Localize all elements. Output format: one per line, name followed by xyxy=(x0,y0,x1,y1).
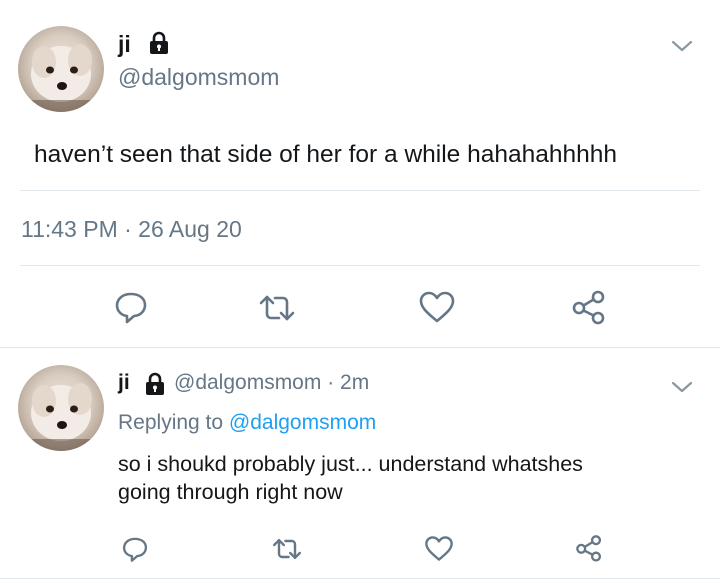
bottom-divider xyxy=(0,578,720,579)
retweet-icon[interactable] xyxy=(271,536,303,562)
handle[interactable]: @dalgomsmom xyxy=(118,64,279,91)
display-name[interactable]: ji xyxy=(118,371,130,395)
replying-to-handle[interactable]: @dalgomsmom xyxy=(229,411,376,434)
avatar[interactable] xyxy=(18,365,104,451)
divider xyxy=(20,265,700,266)
tweet-text: haven’t seen that side of her for a whil… xyxy=(34,141,617,168)
lock-icon xyxy=(148,31,170,55)
like-icon[interactable] xyxy=(418,290,456,324)
tweet-age[interactable]: 2m xyxy=(340,371,369,394)
replying-to-label: Replying to xyxy=(118,411,224,434)
retweet-icon[interactable] xyxy=(257,292,297,324)
reply-text-line-1: so i shoukd probably just... understand … xyxy=(118,452,583,476)
reply-text-line-2: going through right now xyxy=(118,480,343,504)
dog-avatar-image xyxy=(18,44,104,112)
share-icon[interactable] xyxy=(574,534,604,562)
like-icon[interactable] xyxy=(424,535,454,562)
separator: · xyxy=(327,371,335,394)
avatar[interactable] xyxy=(18,26,104,112)
reply-meta: @dalgomsmom · 2m xyxy=(174,371,369,395)
section-divider xyxy=(0,347,720,348)
chevron-down-icon[interactable] xyxy=(670,38,694,54)
chevron-down-icon[interactable] xyxy=(670,379,694,395)
reply-icon[interactable] xyxy=(113,289,149,325)
share-icon[interactable] xyxy=(570,289,608,325)
divider xyxy=(20,190,700,191)
replying-to: Replying to @dalgomsmom xyxy=(118,411,376,435)
reply-icon[interactable] xyxy=(121,535,149,563)
timestamp[interactable]: 11:43 PM · 26 Aug 20 xyxy=(21,216,242,243)
display-name[interactable]: ji xyxy=(118,31,131,58)
lock-icon xyxy=(144,372,166,396)
dog-avatar-image xyxy=(18,383,104,451)
handle[interactable]: @dalgomsmom xyxy=(174,371,321,394)
